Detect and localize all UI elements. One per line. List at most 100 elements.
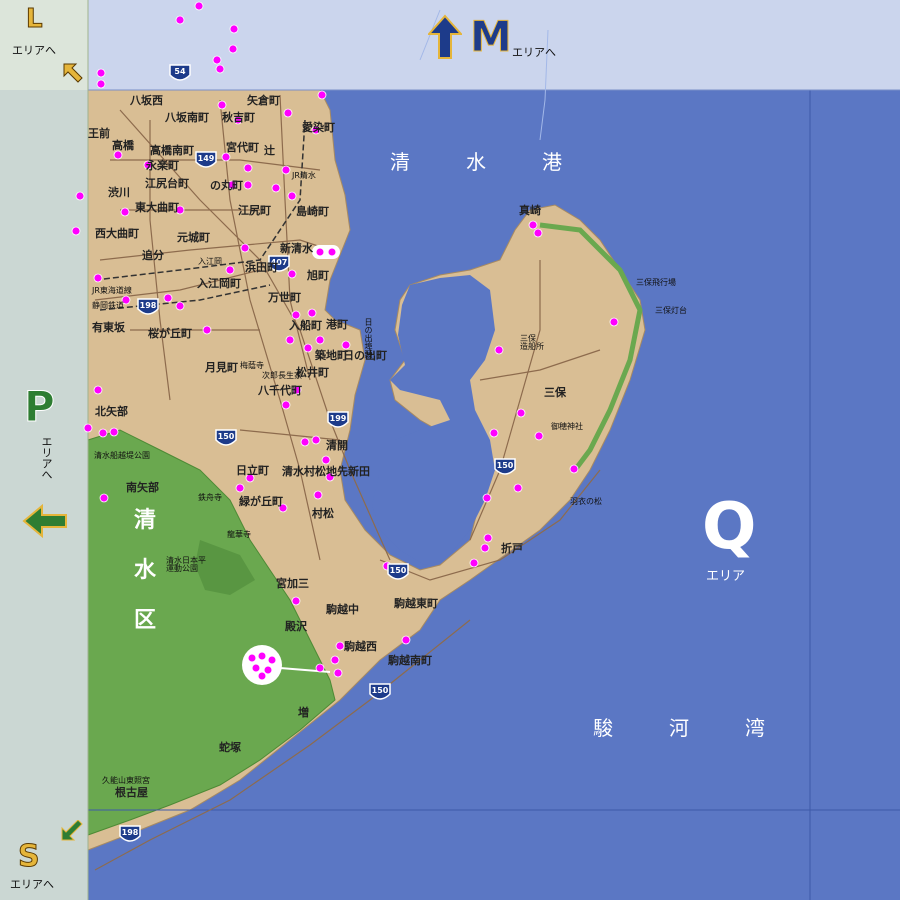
poi-dot[interactable] (225, 265, 235, 275)
south-west-arrow-icon (60, 819, 84, 842)
poi-cluster-dot[interactable] (258, 652, 266, 660)
poi-dot[interactable] (341, 340, 351, 350)
poi-dot[interactable] (96, 79, 106, 89)
poi-dot[interactable] (609, 317, 619, 327)
poi-dot[interactable] (243, 180, 253, 190)
poi-dot[interactable] (513, 483, 523, 493)
poi-dot[interactable] (240, 243, 250, 253)
place-label: 有東坂 (92, 321, 125, 334)
poi-dot[interactable] (175, 301, 185, 311)
poi-dot[interactable] (321, 455, 331, 465)
poi-dot[interactable] (194, 1, 204, 11)
poi-dot[interactable] (469, 558, 479, 568)
poi-dot[interactable] (303, 343, 313, 353)
poi-dot[interactable] (217, 100, 227, 110)
poi-dot[interactable] (313, 490, 323, 500)
route-shield: 150 (494, 458, 516, 475)
poi-dot[interactable] (99, 493, 109, 503)
map-canvas: 54149407198150199150150150198 (0, 0, 900, 900)
poi-dot[interactable] (113, 150, 123, 160)
poi-dot[interactable] (93, 273, 103, 283)
poi-dot[interactable] (516, 408, 526, 418)
facility-label-hinode_pier: 日の出埠頭 (364, 318, 373, 358)
place-label: 高橋 (112, 139, 134, 152)
poi-dot[interactable] (285, 335, 295, 345)
poi-cluster-dot[interactable] (264, 666, 272, 674)
poi-dot[interactable] (533, 228, 543, 238)
place-label: 渋川 (108, 186, 130, 199)
bay-label: 駿 河 湾 (593, 716, 783, 740)
poi-dot[interactable] (317, 90, 327, 100)
place-label: 浜田町 (245, 261, 278, 274)
poi-dot[interactable] (315, 663, 325, 673)
route-shield: 198 (119, 825, 141, 842)
poi-dot[interactable] (281, 165, 291, 175)
place-label: 新清水 (280, 242, 313, 255)
poi-dot[interactable] (569, 464, 579, 474)
poi-dot[interactable] (93, 385, 103, 395)
poi-cluster-dot[interactable] (316, 248, 324, 256)
cluster-callout-small[interactable] (312, 245, 340, 259)
poi-dot[interactable] (494, 345, 504, 355)
poi-dot[interactable] (71, 226, 81, 236)
poi-dot[interactable] (482, 493, 492, 503)
place-label: 愛染町 (302, 121, 335, 134)
poi-dot[interactable] (202, 325, 212, 335)
poi-dot[interactable] (163, 293, 173, 303)
poi-dot[interactable] (489, 428, 499, 438)
poi-dot[interactable] (480, 543, 490, 553)
poi-dot[interactable] (109, 427, 119, 437)
poi-dot[interactable] (215, 64, 225, 74)
poi-dot[interactable] (300, 437, 310, 447)
poi-dot[interactable] (291, 310, 301, 320)
poi-dot[interactable] (335, 641, 345, 651)
poi-dot[interactable] (315, 335, 325, 345)
poi-dot[interactable] (528, 220, 538, 230)
poi-dot[interactable] (221, 152, 231, 162)
poi-dot[interactable] (120, 207, 130, 217)
poi-dot[interactable] (534, 431, 544, 441)
poi-dot[interactable] (212, 55, 222, 65)
poi-dot[interactable] (287, 269, 297, 279)
poi-dot[interactable] (283, 108, 293, 118)
poi-cluster-dot[interactable] (268, 656, 276, 664)
place-label: 清水村松地先新田 (282, 465, 370, 478)
poi-dot[interactable] (287, 191, 297, 201)
poi-dot[interactable] (291, 596, 301, 606)
poi-dot[interactable] (401, 635, 411, 645)
poi-dot[interactable] (271, 183, 281, 193)
poi-dot[interactable] (307, 308, 317, 318)
poi-dot[interactable] (96, 68, 106, 78)
poi-cluster-dot[interactable] (248, 654, 256, 662)
poi-dot[interactable] (83, 423, 93, 433)
poi-cluster-dot[interactable] (258, 672, 266, 680)
poi-cluster-dot[interactable] (328, 248, 336, 256)
poi-dot[interactable] (98, 428, 108, 438)
up-arrow-icon (426, 14, 464, 60)
area-l-nav[interactable]: L エリアへ (8, 6, 68, 58)
poi-dot[interactable] (235, 483, 245, 493)
ward-char-2: 水 (134, 558, 157, 583)
place-label: 島崎町 (296, 205, 329, 218)
place-label: 江尻台町 (145, 177, 189, 190)
area-q-label-block[interactable]: Q エリア (700, 495, 780, 585)
area-m-nav[interactable]: M エリアへ (426, 14, 578, 64)
poi-dot[interactable] (330, 655, 340, 665)
poi-dot[interactable] (175, 15, 185, 25)
poi-dot[interactable] (228, 44, 238, 54)
poi-dot[interactable] (75, 191, 85, 201)
poi-dot[interactable] (311, 435, 321, 445)
area-p-nav[interactable]: P エリアへ (20, 385, 76, 546)
poi-cluster-dot[interactable] (252, 664, 260, 672)
poi-dot[interactable] (483, 533, 493, 543)
poi-dot[interactable] (333, 668, 343, 678)
north-west-arrow-icon[interactable] (62, 62, 84, 84)
poi-dot[interactable] (243, 163, 253, 173)
area-s-nav[interactable]: S エリアへ (8, 819, 84, 892)
poi-dot[interactable] (281, 400, 291, 410)
place-label: 元城町 (177, 231, 210, 244)
poi-dot[interactable] (229, 24, 239, 34)
place-label: 三保 (544, 386, 566, 399)
place-label: 蛇塚 (219, 741, 241, 754)
area-s-label: エリアへ (10, 878, 54, 891)
